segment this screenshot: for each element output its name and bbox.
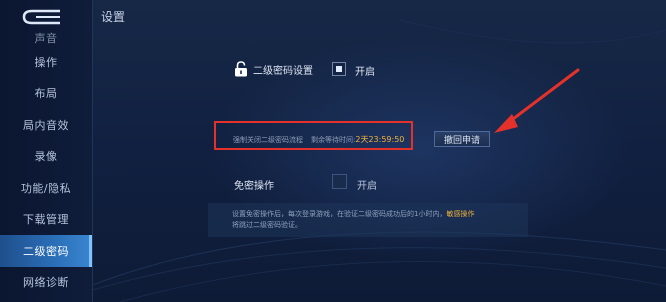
second-password-label: 二级密码设置 xyxy=(253,65,313,77)
notice-highlight: 敏感操作 xyxy=(446,210,475,218)
sidebar-item-ingame-audio[interactable]: 局内音效 xyxy=(0,109,92,141)
sidebar-item-label: 下载管理 xyxy=(23,213,69,227)
sidebar-item-download[interactable]: 下载管理 xyxy=(0,204,92,236)
no-password-enable-label: 开启 xyxy=(357,181,377,192)
back-arrow-icon xyxy=(22,9,60,25)
remaining-time: 2天23:59:50 xyxy=(355,135,405,144)
notice-box: 设置免密操作后，每次登录游戏，在验证二级密码成功后的1小时内，敏感操作将跳过二级… xyxy=(208,203,528,237)
sidebar-item-label: 网络诊断 xyxy=(23,276,69,290)
sidebar-item-operation[interactable]: 操作 xyxy=(0,46,92,78)
sidebar-item-label: 二级密码 xyxy=(23,244,69,258)
sidebar-item-privacy[interactable]: 功能/隐私 xyxy=(0,172,92,204)
remaining-label: 剩余等待时间: xyxy=(311,136,356,144)
back-button[interactable] xyxy=(14,6,74,28)
close-process-label: 强制关闭二级密码流程 xyxy=(233,136,303,144)
sidebar-item-label: 声音 xyxy=(34,32,58,45)
second-password-checkbox[interactable] xyxy=(332,62,346,76)
sidebar-item-label: 布局 xyxy=(34,87,58,101)
notice-text: 设置免密操作后，每次登录游戏，在验证二级密码成功后的1小时内， xyxy=(232,210,447,218)
sidebar-item-label: 局内音效 xyxy=(23,118,69,132)
background xyxy=(0,0,666,302)
sidebar-list: 声音 操作 布局 局内音效 录像 功能/隐私 下载管理 二级密码 网络诊断 xyxy=(0,28,92,298)
sidebar-item-label: 录像 xyxy=(34,150,58,164)
sidebar-item-network[interactable]: 网络诊断 xyxy=(0,267,92,299)
sidebar-item-sound[interactable]: 声音 xyxy=(0,28,92,46)
sidebar-item-layout[interactable]: 布局 xyxy=(0,78,92,110)
second-password-enable-label: 开启 xyxy=(355,67,375,78)
sidebar-item-replay[interactable]: 录像 xyxy=(0,141,92,173)
page-title: 设置 xyxy=(101,10,126,24)
sidebar-item-second-password[interactable]: 二级密码 xyxy=(0,235,92,267)
sidebar-item-label: 操作 xyxy=(34,55,58,69)
no-password-checkbox[interactable] xyxy=(332,174,347,189)
revoke-request-button[interactable]: 撤回申请 xyxy=(434,131,490,147)
no-password-label: 免密操作 xyxy=(234,181,274,192)
second-password-setting: 二级密码设置 xyxy=(234,60,313,78)
lock-icon xyxy=(235,61,247,77)
sidebar-item-label: 功能/隐私 xyxy=(20,181,72,195)
notice-text-2: 将跳过二级密码验证。 xyxy=(232,221,302,229)
sidebar: 声音 操作 布局 局内音效 录像 功能/隐私 下载管理 二级密码 网络诊断 xyxy=(0,0,93,302)
countdown-text: 强制关闭二级密码流程 剩余等待时间:2天23:59:50 xyxy=(233,134,404,145)
